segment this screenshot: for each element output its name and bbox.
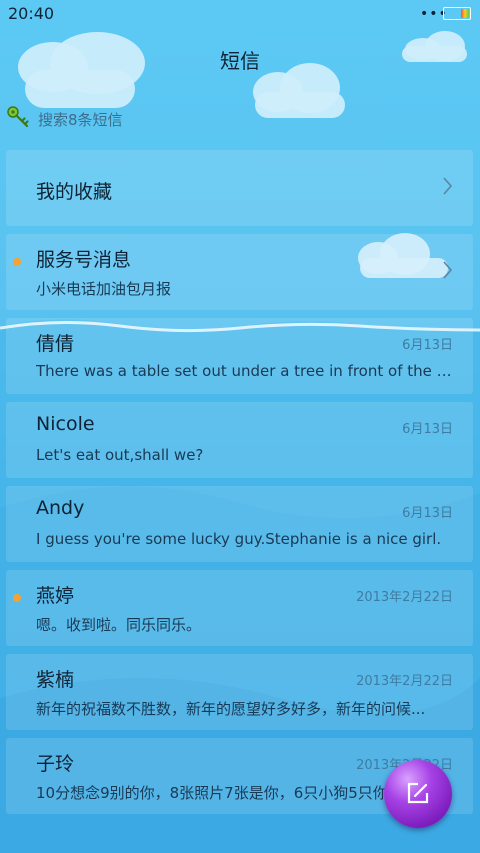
contact-name: 燕婷	[36, 585, 75, 607]
contact-name: 子玲	[36, 753, 75, 775]
message-preview: 嗯。收到啦。同乐同乐。	[36, 616, 202, 634]
service-name: 服务号消息	[36, 249, 132, 271]
status-time: 20:40	[8, 4, 55, 23]
message-date: 6月13日	[402, 422, 453, 437]
favorites-label: 我的收藏	[36, 181, 113, 203]
conversation-row[interactable]: 紫楠 2013年2月22日 新年的祝福数不胜数，新年的愿望好多好多，新年的问候.…	[6, 654, 473, 730]
battery-icon	[443, 7, 471, 20]
conversation-row[interactable]: Andy 6月13日 I guess you're some lucky guy…	[6, 486, 473, 562]
conversation-row[interactable]: 倩倩 6月13日 There was a table set out under…	[6, 318, 473, 394]
message-preview: I guess you're some lucky guy.Stephanie …	[36, 530, 442, 548]
chevron-right-icon	[443, 176, 453, 200]
service-preview: 小米电话加油包月报	[36, 280, 172, 298]
conversation-row[interactable]: 燕婷 2013年2月22日 嗯。收到啦。同乐同乐。	[6, 570, 473, 646]
chevron-right-icon	[443, 260, 453, 284]
page-title: 短信	[220, 49, 260, 73]
key-icon	[6, 105, 30, 133]
message-preview: There was a table set out under a tree i…	[36, 362, 456, 380]
contact-name: 倩倩	[36, 333, 75, 355]
search-input[interactable]: 搜索8条短信	[38, 109, 123, 130]
message-date: 6月13日	[402, 506, 453, 521]
favorites-row[interactable]: 我的收藏	[6, 150, 473, 226]
status-bar: 20:40 •••	[0, 0, 480, 28]
contact-name: Nicole	[36, 413, 95, 435]
unread-dot	[13, 594, 21, 602]
search-bar[interactable]: 搜索8条短信	[6, 106, 123, 132]
message-date: 2013年2月22日	[356, 590, 453, 605]
service-messages-row[interactable]: 服务号消息 小米电话加油包月报	[6, 234, 473, 310]
message-preview: 新年的祝福数不胜数，新年的愿望好多好多，新年的问候...	[36, 700, 426, 718]
unread-dot	[13, 258, 21, 266]
message-date: 2013年2月22日	[356, 674, 453, 689]
compose-button[interactable]	[384, 760, 452, 828]
contact-name: 紫楠	[36, 669, 75, 691]
message-preview: Let's eat out,shall we?	[36, 446, 204, 464]
contact-name: Andy	[36, 497, 85, 519]
conversation-row[interactable]: Nicole 6月13日 Let's eat out,shall we?	[6, 402, 473, 478]
message-date: 6月13日	[402, 338, 453, 353]
